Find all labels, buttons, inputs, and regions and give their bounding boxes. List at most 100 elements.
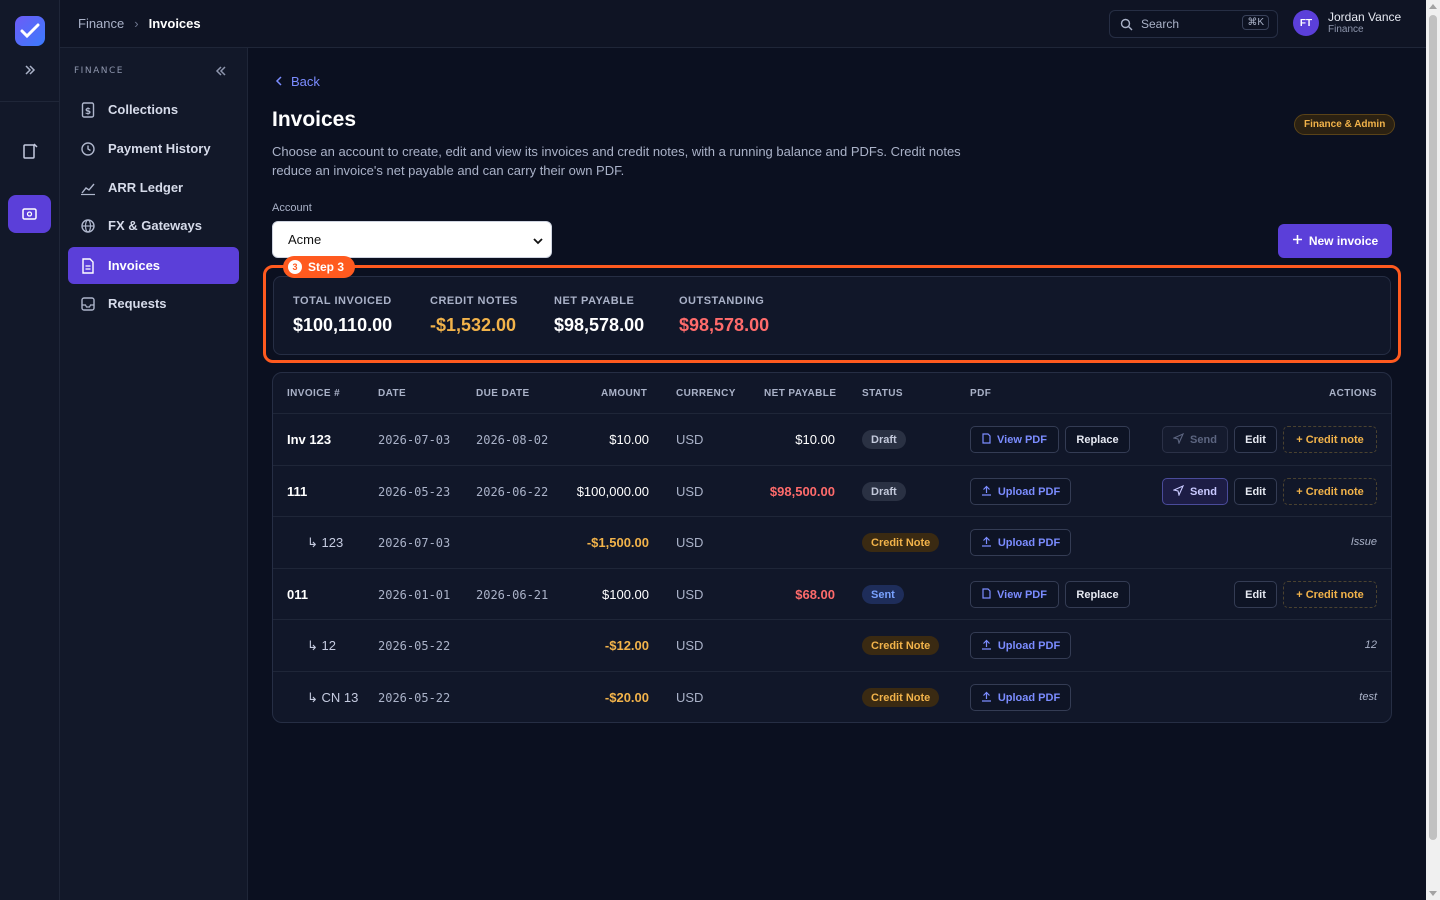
add-credit-note-button[interactable]: + Credit note bbox=[1283, 581, 1377, 608]
svg-text:$: $ bbox=[85, 107, 91, 117]
credit-note-number[interactable]: ↳ CN 13 bbox=[307, 690, 358, 706]
upload-pdf-label: Upload PDF bbox=[997, 536, 1061, 549]
icon-rail bbox=[0, 0, 60, 900]
view-pdf-button[interactable]: View PDF bbox=[970, 581, 1059, 608]
breadcrumb: Finance › Invoices bbox=[78, 16, 201, 31]
invoice-icon bbox=[80, 257, 96, 274]
table-row: ↳ 12 2026-05-22 -$12.00 USD Credit Note … bbox=[273, 619, 1391, 671]
credit-note-currency: USD bbox=[676, 638, 704, 653]
upload-icon bbox=[981, 536, 992, 550]
column-header: DATE bbox=[378, 388, 407, 399]
rail-finance-icon[interactable] bbox=[8, 195, 51, 233]
column-header: NET PAYABLE bbox=[764, 388, 837, 399]
sidebar-item-invoices[interactable]: Invoices bbox=[68, 247, 239, 284]
page-description: Choose an account to create, edit and vi… bbox=[272, 144, 961, 178]
send-icon bbox=[1172, 432, 1185, 447]
send-button[interactable]: Send bbox=[1162, 426, 1228, 453]
send-label: Send bbox=[1190, 433, 1217, 446]
upload-icon bbox=[981, 691, 992, 705]
sidebar-item-label: Requests bbox=[108, 296, 167, 311]
edit-button[interactable]: Edit bbox=[1234, 581, 1277, 608]
credit-note-memo: test bbox=[1359, 691, 1377, 703]
edit-button[interactable]: Edit bbox=[1234, 478, 1277, 505]
invoice-number[interactable]: 111 bbox=[287, 484, 307, 499]
dollar-doc-icon: $ bbox=[80, 101, 96, 118]
view-pdf-button[interactable]: View PDF bbox=[970, 426, 1059, 453]
globe-icon bbox=[80, 218, 96, 234]
search-shortcut: ⌘K bbox=[1242, 15, 1269, 30]
column-header: PDF bbox=[970, 388, 992, 399]
breadcrumb-chevron-icon: › bbox=[134, 16, 139, 31]
user-menu[interactable]: FT Jordan Vance Finance bbox=[1293, 10, 1401, 36]
credit-note-number[interactable]: ↳ 123 bbox=[307, 535, 343, 551]
sidebar-item-payment-history[interactable]: Payment History bbox=[68, 130, 239, 167]
edit-button[interactable]: Edit bbox=[1234, 426, 1277, 453]
view-pdf-label: View PDF bbox=[997, 433, 1047, 446]
send-button[interactable]: Send bbox=[1162, 478, 1228, 505]
status-badge: Credit Note bbox=[862, 688, 940, 707]
invoice-due-date: 2026-06-21 bbox=[476, 588, 549, 602]
inbox-icon bbox=[80, 296, 96, 312]
upload-pdf-button[interactable]: Upload PDF bbox=[970, 684, 1071, 711]
column-header: CURRENCY bbox=[676, 388, 736, 399]
upload-pdf-label: Upload PDF bbox=[997, 691, 1061, 704]
invoice-number[interactable]: Inv 123 bbox=[287, 432, 331, 447]
rail-requests-icon[interactable] bbox=[8, 132, 51, 170]
top-bar: Finance › Invoices Search ⌘K FT Jordan V… bbox=[60, 0, 1426, 48]
search-label: Search bbox=[1141, 17, 1180, 31]
invoice-currency: USD bbox=[676, 484, 704, 499]
add-credit-note-button[interactable]: + Credit note bbox=[1283, 478, 1377, 505]
breadcrumb-parent[interactable]: Finance bbox=[78, 16, 124, 31]
user-name: Jordan Vance bbox=[1328, 10, 1402, 24]
invoice-amount: $100,000.00 bbox=[576, 484, 649, 499]
invoice-net-payable: $68.00 bbox=[795, 587, 835, 602]
upload-icon bbox=[981, 485, 992, 499]
account-select[interactable]: Acme bbox=[272, 221, 552, 258]
back-label: Back bbox=[291, 74, 320, 89]
page-scrollbar[interactable] bbox=[1426, 0, 1440, 900]
credit-note-date: 2026-05-22 bbox=[378, 639, 451, 653]
sidebar-item-requests[interactable]: Requests bbox=[68, 285, 239, 322]
account-select-value: Acme bbox=[288, 232, 322, 247]
sidebar-item-label: Payment History bbox=[108, 141, 211, 156]
sidebar-item-arr-ledger[interactable]: ARR Ledger bbox=[68, 169, 239, 206]
credit-note-currency: USD bbox=[676, 690, 704, 705]
scroll-up-arrow-icon[interactable] bbox=[1429, 4, 1437, 9]
credit-note-number[interactable]: ↳ 12 bbox=[307, 638, 336, 654]
upload-pdf-button[interactable]: Upload PDF bbox=[970, 529, 1071, 556]
credit-note-amount: -$12.00 bbox=[604, 638, 649, 653]
expand-sidebar-icon[interactable] bbox=[20, 60, 40, 80]
new-invoice-label: New invoice bbox=[1308, 234, 1379, 248]
history-icon bbox=[80, 141, 96, 157]
avatar[interactable]: FT bbox=[1293, 10, 1319, 36]
replace-pdf-button[interactable]: Replace bbox=[1065, 581, 1130, 608]
invoice-table: INVOICE # DATE DUE DATE AMOUNT CURRENCY … bbox=[272, 372, 1392, 723]
credit-note-date: 2026-07-03 bbox=[378, 536, 451, 550]
step-highlight bbox=[263, 265, 1401, 363]
chart-line-icon bbox=[80, 180, 96, 196]
scroll-down-arrow-icon[interactable] bbox=[1429, 891, 1437, 896]
app-logo-icon[interactable] bbox=[15, 16, 45, 46]
collapse-sidebar-icon[interactable] bbox=[212, 62, 230, 80]
search-input[interactable]: Search ⌘K bbox=[1109, 10, 1278, 38]
table-row: 011 2026-01-01 2026-06-21 $100.00 USD $6… bbox=[273, 568, 1391, 620]
column-header: AMOUNT bbox=[601, 388, 648, 399]
upload-pdf-button[interactable]: Upload PDF bbox=[970, 478, 1071, 505]
table-row: ↳ 123 2026-07-03 -$1,500.00 USD Credit N… bbox=[273, 516, 1391, 568]
upload-pdf-button[interactable]: Upload PDF bbox=[970, 632, 1071, 659]
credit-note-memo: Issue bbox=[1350, 536, 1377, 548]
invoice-number[interactable]: 011 bbox=[287, 587, 308, 602]
account-label: Account bbox=[272, 202, 312, 214]
replace-pdf-button[interactable]: Replace bbox=[1065, 426, 1130, 453]
search-icon bbox=[1120, 18, 1133, 31]
status-badge: Credit Note bbox=[862, 533, 940, 552]
sidebar-item-collections[interactable]: $ Collections bbox=[68, 91, 239, 128]
scrollbar-thumb[interactable] bbox=[1429, 15, 1437, 840]
invoice-net-payable: $98,500.00 bbox=[769, 484, 835, 499]
new-invoice-button[interactable]: New invoice bbox=[1278, 224, 1392, 258]
add-credit-note-button[interactable]: + Credit note bbox=[1283, 426, 1377, 453]
send-label: Send bbox=[1190, 485, 1217, 498]
back-link[interactable]: Back bbox=[275, 74, 320, 89]
sidebar-section-title: FINANCE bbox=[74, 66, 124, 76]
sidebar-item-fx-gateways[interactable]: FX & Gateways bbox=[68, 207, 239, 244]
